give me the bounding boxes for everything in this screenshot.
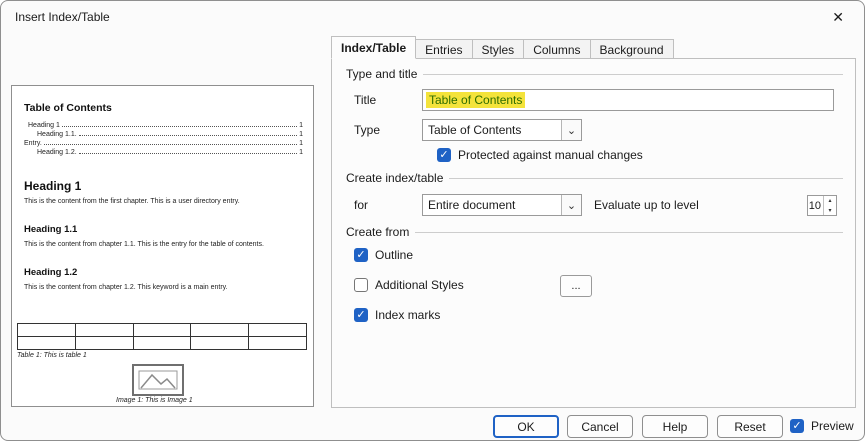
toc-entry-text: Heading 1: [28, 122, 60, 129]
toc-dotted-leader: [62, 126, 297, 127]
outline-checkbox[interactable]: ✓ Outline: [354, 248, 413, 262]
cancel-button[interactable]: Cancel: [567, 415, 633, 438]
for-dropdown-value: Entire document: [423, 195, 561, 215]
preview-toc-title: Table of Contents: [24, 102, 112, 114]
toc-entry-page: 1: [299, 149, 303, 156]
for-dropdown[interactable]: Entire document ⌄: [422, 194, 582, 216]
for-label: for: [354, 198, 368, 212]
toc-entry: Heading 1.1. 1: [24, 129, 303, 138]
index-marks-checkbox[interactable]: ✓ Index marks: [354, 308, 440, 322]
close-icon[interactable]: ✕: [828, 7, 848, 28]
preview-section-body: This is the content from chapter 1.1. Th…: [24, 241, 306, 248]
tab-columns[interactable]: Columns: [523, 39, 590, 59]
toc-dotted-leader: [44, 144, 297, 145]
preview-checkbox[interactable]: ✓ Preview: [790, 419, 854, 433]
tab-styles[interactable]: Styles: [472, 39, 525, 59]
tab-index-table[interactable]: Index/Table: [331, 36, 416, 59]
spin-down-icon[interactable]: ▾: [824, 206, 836, 216]
reset-button[interactable]: Reset: [717, 415, 783, 438]
title-input-value: Table of Contents: [426, 92, 525, 108]
checkmark-icon: ✓: [354, 248, 368, 262]
preview-image-caption: Image 1: This is Image 1: [116, 397, 193, 404]
outline-checkbox-label: Outline: [375, 248, 413, 262]
assign-styles-button[interactable]: ...: [560, 275, 592, 297]
chevron-down-icon[interactable]: ⌄: [561, 120, 581, 140]
toc-dotted-leader: [79, 153, 297, 154]
group-legend: Create index/table: [346, 171, 443, 185]
spin-up-icon[interactable]: ▴: [824, 196, 836, 206]
checkmark-icon: ✓: [437, 148, 451, 162]
type-dropdown-value: Table of Contents: [423, 120, 561, 140]
toc-entry-page: 1: [299, 122, 303, 129]
protected-checkbox[interactable]: ✓ Protected against manual changes: [437, 148, 643, 162]
group-create-from: Create from: [346, 225, 843, 239]
insert-index-table-dialog: Insert Index/Table ✕ Table of Contents H…: [0, 0, 865, 441]
group-type-and-title: Type and title: [346, 67, 843, 81]
title-input[interactable]: Table of Contents: [422, 89, 834, 111]
ok-button[interactable]: OK: [493, 415, 559, 438]
window-title: Insert Index/Table: [15, 10, 110, 24]
evaluate-level-stepper[interactable]: 10 ▴ ▾: [807, 195, 837, 216]
picture-icon: [138, 370, 178, 390]
toc-entry: Heading 1.2. 1: [24, 147, 303, 156]
preview-section-heading: Heading 1.1: [24, 224, 77, 235]
toc-dotted-leader: [79, 135, 297, 136]
additional-styles-checkbox-label: Additional Styles: [375, 278, 464, 292]
toc-entry: Heading 1 1: [24, 120, 303, 129]
tab-entries[interactable]: Entries: [415, 39, 472, 59]
checkmark-icon: ✓: [354, 308, 368, 322]
toc-entry: Entry. 1: [24, 138, 303, 147]
chevron-down-icon[interactable]: ⌄: [561, 195, 581, 215]
toc-entry-page: 1: [299, 131, 303, 138]
preview-table-caption: Table 1: This is table 1: [17, 352, 87, 359]
preview-section-heading: Heading 1: [24, 179, 81, 193]
protected-checkbox-label: Protected against manual changes: [458, 148, 643, 162]
evaluate-level-value[interactable]: 10: [808, 196, 823, 215]
preview-toc-list: Heading 1 1 Heading 1.1. 1 Entry. 1 Head…: [24, 120, 303, 156]
evaluate-level-label: Evaluate up to level: [594, 198, 699, 212]
toc-entry-text: Heading 1.1.: [37, 131, 77, 138]
tab-strip: Index/Table Entries Styles Columns Backg…: [331, 37, 673, 59]
preview-section-heading: Heading 1.2: [24, 267, 77, 278]
group-rule: [415, 232, 843, 233]
titlebar[interactable]: Insert Index/Table ✕: [1, 1, 864, 31]
group-legend: Type and title: [346, 67, 417, 81]
index-marks-checkbox-label: Index marks: [375, 308, 440, 322]
preview-panel: Table of Contents Heading 1 1 Heading 1.…: [11, 85, 314, 407]
stepper-arrows: ▴ ▾: [823, 196, 836, 215]
group-rule: [449, 178, 843, 179]
preview-table: [17, 323, 307, 350]
toc-entry-text: Heading 1.2.: [37, 149, 77, 156]
type-dropdown[interactable]: Table of Contents ⌄: [422, 119, 582, 141]
preview-checkbox-label: Preview: [811, 419, 854, 433]
type-label: Type: [354, 123, 380, 137]
preview-section-body: This is the content from the first chapt…: [24, 198, 306, 205]
tab-background[interactable]: Background: [590, 39, 674, 59]
checkmark-icon: ✓: [790, 419, 804, 433]
tab-panel: Type and title Title Table of Contents T…: [331, 58, 856, 408]
help-button[interactable]: Help: [642, 415, 708, 438]
title-label: Title: [354, 93, 376, 107]
additional-styles-checkbox[interactable]: Additional Styles: [354, 278, 464, 292]
preview-image-placeholder: [132, 364, 184, 396]
toc-entry-text: Entry.: [24, 140, 42, 147]
checkbox-empty: [354, 278, 368, 292]
group-legend: Create from: [346, 225, 409, 239]
group-create-index: Create index/table: [346, 171, 843, 185]
toc-entry-page: 1: [299, 140, 303, 147]
preview-section-body: This is the content from chapter 1.2. Th…: [24, 284, 306, 291]
group-rule: [423, 74, 843, 75]
